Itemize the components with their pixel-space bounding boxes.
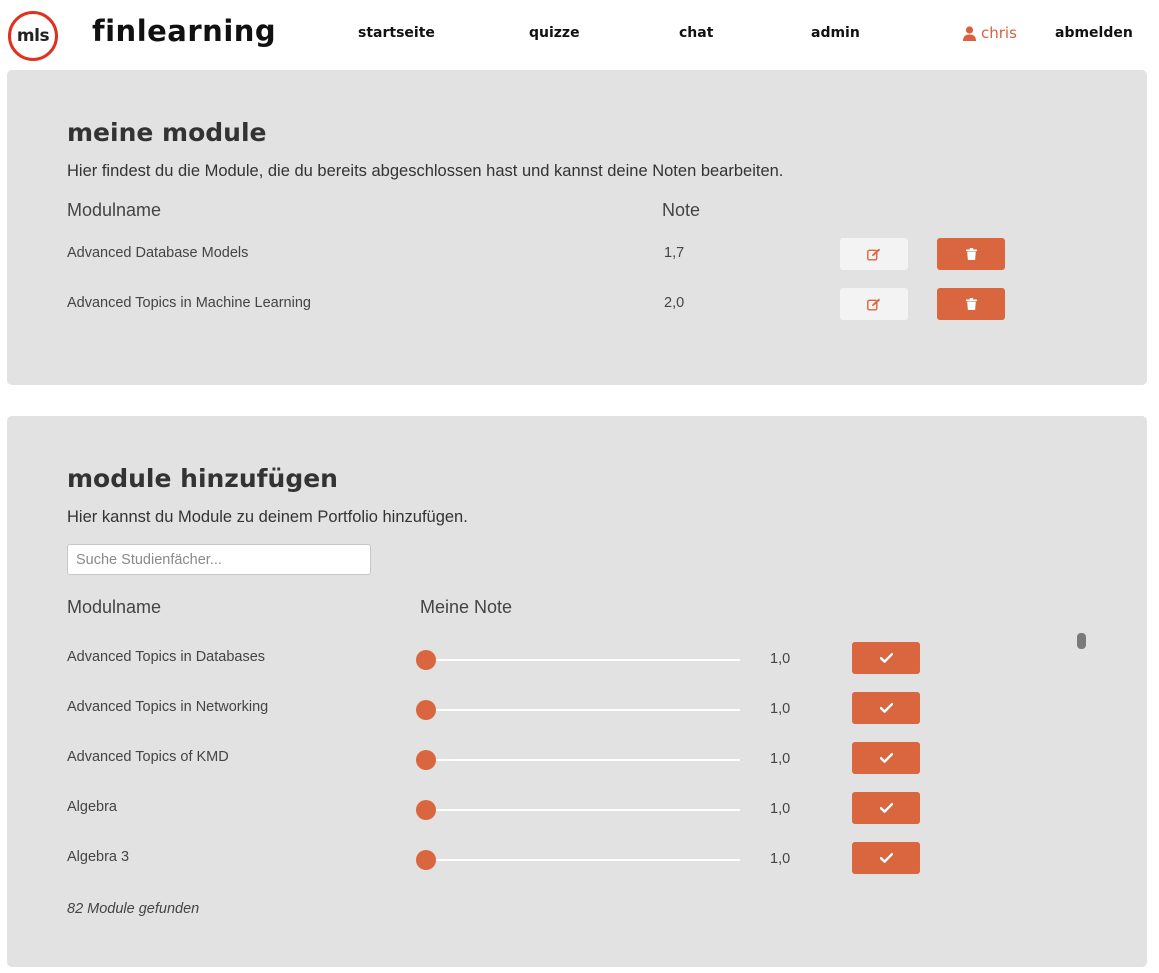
grade-value: 1,0 [770, 651, 791, 667]
edit-button[interactable] [840, 288, 908, 320]
my-modules-title: meine module [67, 118, 267, 147]
grade-slider-track[interactable] [419, 809, 740, 811]
nav-chat[interactable]: chat [679, 25, 713, 41]
add-module-button[interactable] [852, 792, 920, 824]
user-icon [963, 25, 976, 41]
check-icon [879, 803, 893, 813]
col-header-modulname: Modulname [67, 200, 162, 220]
edit-button[interactable] [840, 238, 908, 270]
brand-name[interactable]: finlearning [92, 14, 276, 48]
add-modules-panel: module hinzufügen Hier kannst du Module … [7, 416, 1147, 967]
my-modules-description: Hier findest du die Module, die du berei… [67, 162, 784, 180]
col-header-modulname: Modulname [67, 597, 162, 617]
nav-quizze[interactable]: quizze [529, 25, 580, 41]
check-icon [879, 703, 893, 713]
delete-button[interactable] [937, 288, 1005, 320]
module-grade: 1,7 [664, 245, 685, 261]
check-icon [879, 653, 893, 663]
col-header-note: Note [662, 200, 701, 220]
nav-logout[interactable]: abmelden [1055, 25, 1133, 41]
grade-value: 1,0 [770, 751, 791, 767]
top-navbar: mls finlearning startseite quizze chat a… [0, 0, 1159, 70]
add-module-button[interactable] [852, 742, 920, 774]
edit-icon [867, 248, 881, 260]
nav-user-profile[interactable]: chris [963, 24, 1017, 42]
grade-slider-thumb[interactable] [416, 700, 436, 720]
module-name: Advanced Topics of KMD [67, 749, 229, 765]
trash-icon [965, 248, 977, 260]
grade-slider-track[interactable] [419, 759, 740, 761]
module-name: Advanced Topics in Databases [67, 649, 266, 665]
modules-found-count: 82 Module gefunden [67, 901, 200, 917]
module-search-input[interactable] [67, 544, 371, 575]
module-name: Advanced Topics in Machine Learning [67, 295, 311, 311]
nav-admin[interactable]: admin [811, 25, 860, 41]
grade-slider-thumb[interactable] [416, 800, 436, 820]
add-module-button[interactable] [852, 642, 920, 674]
trash-icon [965, 298, 977, 310]
grade-slider-thumb[interactable] [416, 850, 436, 870]
add-modules-title: module hinzufügen [67, 464, 338, 493]
module-grade: 2,0 [664, 295, 685, 311]
check-icon [879, 753, 893, 763]
grade-slider-track[interactable] [419, 659, 740, 661]
list-scroll-handle[interactable] [1077, 633, 1086, 649]
grade-slider-track[interactable] [419, 709, 740, 711]
mls-logo[interactable]: mls [8, 11, 58, 61]
my-modules-panel: meine module Hier findest du die Module,… [7, 70, 1147, 385]
grade-value: 1,0 [770, 851, 791, 867]
add-module-button[interactable] [852, 842, 920, 874]
col-header-meine-note: Meine Note [420, 597, 513, 617]
add-module-button[interactable] [852, 692, 920, 724]
module-name: Algebra 3 [67, 849, 130, 865]
grade-slider-thumb[interactable] [416, 750, 436, 770]
user-name: chris [981, 24, 1017, 42]
logo-text: mls [16, 26, 50, 46]
nav-startseite[interactable]: startseite [358, 25, 435, 41]
module-name: Algebra [67, 799, 117, 815]
grade-slider-thumb[interactable] [416, 650, 436, 670]
grade-value: 1,0 [770, 701, 791, 717]
edit-icon [867, 298, 881, 310]
delete-button[interactable] [937, 238, 1005, 270]
add-modules-description: Hier kannst du Module zu deinem Portfoli… [67, 508, 468, 526]
grade-slider-track[interactable] [419, 859, 740, 861]
module-name: Advanced Database Models [67, 245, 249, 261]
grade-value: 1,0 [770, 801, 791, 817]
check-icon [879, 853, 893, 863]
module-name: Advanced Topics in Networking [67, 699, 269, 715]
